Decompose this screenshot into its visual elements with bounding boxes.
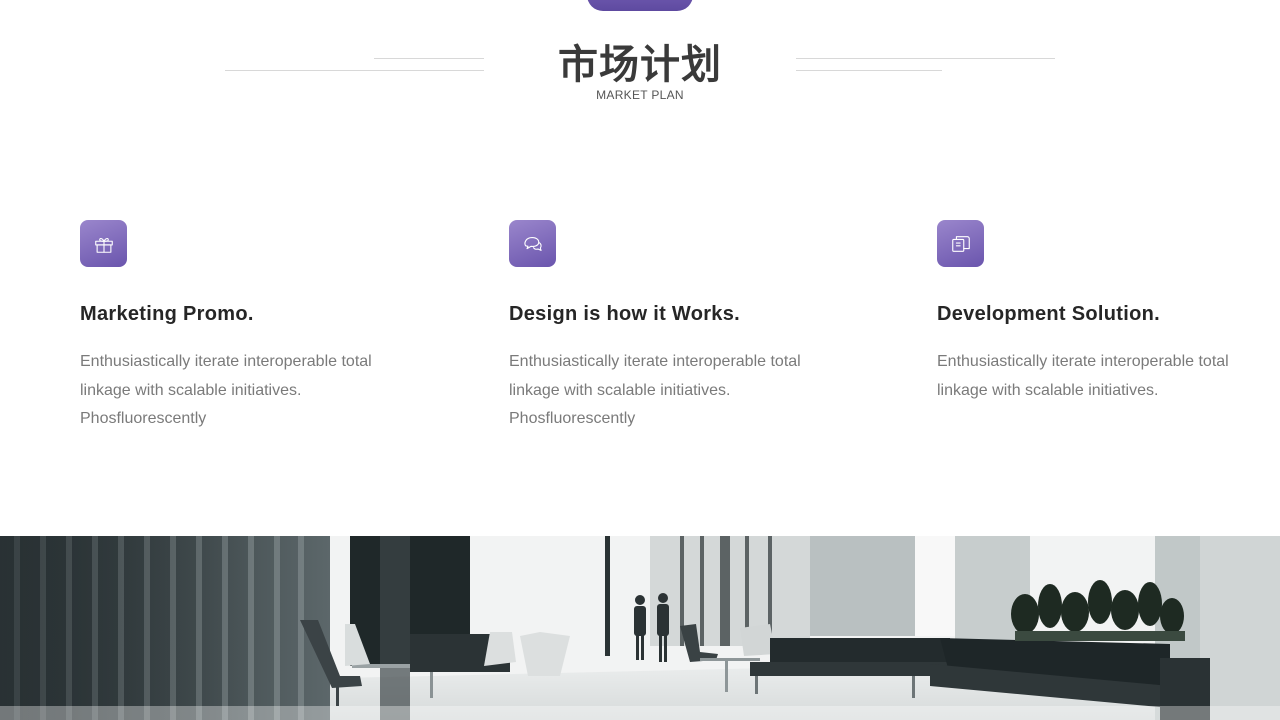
feature-design: Design is how it Works. Enthusiastically… [509,220,849,434]
feature-development: Development Solution. Enthusiastically i… [937,220,1257,405]
lobby-illustration [0,536,1280,720]
chat-bubbles-icon [523,236,542,251]
feature-icon-box [80,220,127,267]
page-title: 市场计划 [558,42,722,88]
feature-icon-box [937,220,984,267]
feature-description: Enthusiastically iterate interoperable t… [937,353,1229,399]
gift-icon [94,237,113,253]
feature-description: Enthusiastically iterate interoperable t… [80,353,372,427]
slide: 市场计划 MARKET PLAN Marketing Promo. Enthus… [0,0,1280,720]
page-subtitle: MARKET PLAN [596,88,684,102]
feature-title: Design is how it Works. [509,303,741,325]
feature-marketing: Marketing Promo. Enthusiastically iterat… [80,220,420,434]
feature-icon-box [509,220,556,267]
office-lobby-photo [0,536,1280,720]
feature-description: Enthusiastically iterate interoperable t… [509,353,801,427]
top-tab-decoration [587,0,693,11]
feature-title: Marketing Promo. [80,303,254,325]
copy-pages-icon [951,235,970,252]
feature-title: Development Solution. [937,303,1160,325]
